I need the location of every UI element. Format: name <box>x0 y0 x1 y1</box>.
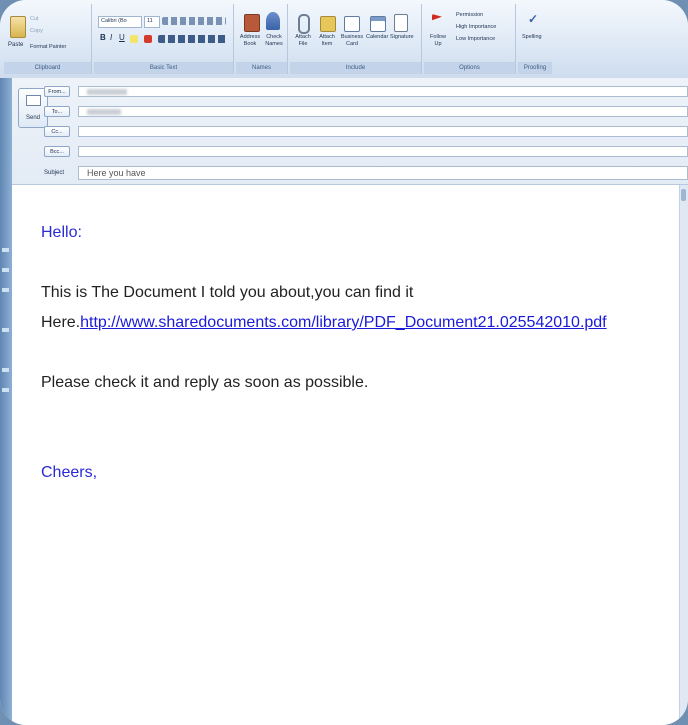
flag-icon <box>432 14 442 21</box>
font-select[interactable]: Calibri (Bo <box>98 16 142 28</box>
high-importance-button[interactable]: High Importance <box>456 24 496 30</box>
cc-field[interactable] <box>78 126 688 137</box>
address-book-icon <box>244 14 260 32</box>
greeting-text: Hello: <box>41 224 82 241</box>
signature-icon <box>394 14 408 32</box>
copy-button[interactable]: Copy <box>30 28 43 34</box>
scrollbar-thumb[interactable] <box>681 189 686 201</box>
clipboard-group: Paste Cut Copy Format Painter Clipboard <box>4 4 92 74</box>
font-size-select[interactable]: 11 <box>144 16 160 28</box>
calendar-button[interactable]: Calendar <box>366 34 388 40</box>
bcc-button[interactable]: Bcc... <box>44 146 70 157</box>
subject-field[interactable]: Here you have <box>78 166 688 180</box>
bold-button[interactable]: B <box>100 34 106 42</box>
font-color-icon[interactable] <box>144 35 152 43</box>
clipboard-group-label: Clipboard <box>4 62 91 74</box>
include-group-label: Include <box>290 62 421 74</box>
options-group-label: Options <box>424 62 515 74</box>
spelling-button[interactable]: Spelling <box>522 34 542 40</box>
paperclip-icon <box>298 14 310 34</box>
document-link[interactable]: http://www.sharedocuments.com/library/PD… <box>80 314 607 331</box>
signature-button[interactable]: Signature <box>390 34 414 40</box>
bcc-field[interactable] <box>78 146 688 157</box>
address-book-button[interactable]: Address Book <box>238 34 262 48</box>
message-body[interactable] <box>12 185 680 725</box>
options-group: Follow Up Permission High Importance Low… <box>424 4 516 74</box>
alignment-icons[interactable] <box>158 35 228 43</box>
names-group: Address Book Check Names Names <box>236 4 288 74</box>
attach-item-icon <box>320 16 336 32</box>
names-group-label: Names <box>236 62 287 74</box>
proofing-group: ✓ Spelling Proofing <box>518 4 552 74</box>
window-edge <box>0 78 12 725</box>
paste-icon <box>10 16 26 38</box>
calendar-icon <box>370 16 386 32</box>
outlook-compose-window: Paste Cut Copy Format Painter Clipboard … <box>0 0 688 725</box>
italic-button[interactable]: I <box>110 34 112 42</box>
proofing-group-label: Proofing <box>518 62 552 74</box>
cc-button[interactable]: Cc... <box>44 126 70 137</box>
subject-label: Subject <box>44 170 65 176</box>
include-group: Attach File Attach Item Business Card Ca… <box>290 4 422 74</box>
ribbon: Paste Cut Copy Format Painter Clipboard … <box>0 0 688 79</box>
check-names-button[interactable]: Check Names <box>262 34 286 48</box>
body-line-1: This is The Document I told you about,yo… <box>41 284 414 301</box>
to-field[interactable] <box>78 106 688 117</box>
list-format-icons[interactable] <box>162 17 226 25</box>
highlight-icon[interactable] <box>130 35 138 43</box>
business-card-icon <box>344 16 360 32</box>
closing-text: Cheers, <box>41 464 98 481</box>
spelling-icon: ✓ <box>528 12 539 26</box>
send-icon <box>26 95 41 106</box>
body-line-2: Please check it and reply as soon as pos… <box>41 374 369 391</box>
from-button[interactable]: From... <box>44 86 70 97</box>
check-names-icon <box>266 12 280 30</box>
cut-button[interactable]: Cut <box>30 16 39 22</box>
message-header: Send From... To... Cc... Bcc... Subject … <box>12 78 688 185</box>
basic-text-group: Calibri (Bo 11 B I U Basic Text <box>94 4 234 74</box>
business-card-button[interactable]: Business Card <box>340 34 364 48</box>
attach-file-button[interactable]: Attach File <box>292 34 314 48</box>
low-importance-button[interactable]: Low Importance <box>456 36 495 42</box>
basic-text-group-label: Basic Text <box>94 62 233 74</box>
underline-button[interactable]: U <box>119 34 125 42</box>
body-line-link: Here.http://www.sharedocuments.com/libra… <box>41 314 607 332</box>
permission-button[interactable]: Permission <box>456 12 483 18</box>
attach-item-button[interactable]: Attach Item <box>316 34 338 48</box>
paste-button[interactable]: Paste <box>8 42 23 49</box>
vertical-scrollbar[interactable] <box>679 185 688 725</box>
from-field[interactable] <box>78 86 688 97</box>
format-painter-button[interactable]: Format Painter <box>30 44 66 50</box>
to-button[interactable]: To... <box>44 106 70 117</box>
follow-up-button[interactable]: Follow Up <box>426 34 450 48</box>
here-text: Here. <box>41 314 81 331</box>
